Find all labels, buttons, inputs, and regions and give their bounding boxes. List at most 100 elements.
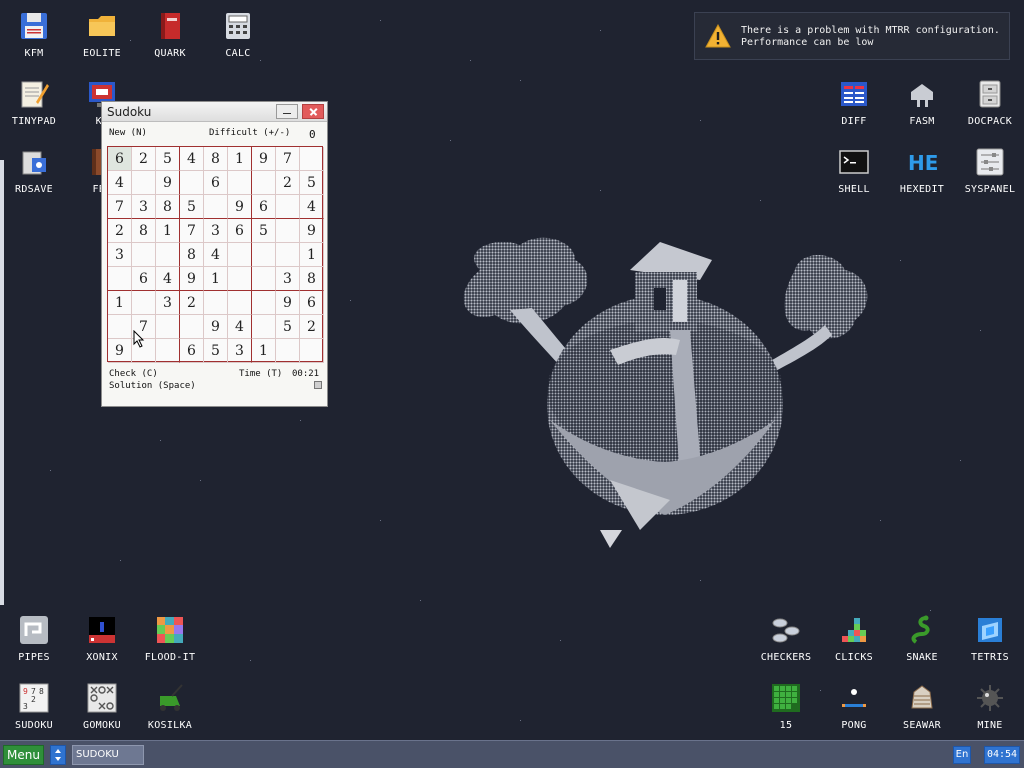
desktop-icon-clicks[interactable]: CLICKS — [820, 604, 888, 668]
sudoku-cell[interactable] — [252, 171, 276, 195]
sudoku-cell[interactable]: 8 — [156, 195, 180, 219]
desktop-icon-mine[interactable]: MINE — [956, 672, 1024, 736]
desktop-icon-eolite[interactable]: EOLITE — [68, 0, 136, 64]
sudoku-cell[interactable]: 2 — [132, 147, 156, 171]
desktop-icon-calc[interactable]: CALC — [204, 0, 272, 64]
sudoku-cell[interactable]: 3 — [132, 195, 156, 219]
check-label[interactable]: Check (C) — [109, 369, 158, 379]
desktop-icon-sudoku[interactable]: 9 7 8 2 3 SUDOKU — [0, 672, 68, 736]
sudoku-cell[interactable] — [228, 267, 252, 291]
sudoku-cell[interactable] — [228, 171, 252, 195]
sudoku-cell[interactable]: 4 — [204, 243, 228, 267]
sudoku-cell[interactable]: 7 — [276, 147, 300, 171]
sudoku-cell[interactable]: 8 — [180, 243, 204, 267]
sudoku-cell[interactable]: 6 — [228, 219, 252, 243]
sudoku-cell[interactable]: 7 — [108, 195, 132, 219]
sudoku-cell[interactable] — [300, 339, 324, 363]
desktop-icon-diff[interactable]: DIFF — [820, 68, 888, 132]
sudoku-cell[interactable]: 3 — [228, 339, 252, 363]
sudoku-cell[interactable] — [156, 243, 180, 267]
sudoku-cell[interactable] — [276, 219, 300, 243]
sudoku-cell[interactable]: 4 — [300, 195, 324, 219]
sudoku-cell[interactable]: 8 — [300, 267, 324, 291]
desktop-icon-tetris[interactable]: TETRIS — [956, 604, 1024, 668]
sudoku-cell[interactable]: 6 — [132, 267, 156, 291]
sudoku-cell[interactable]: 1 — [228, 147, 252, 171]
time-label[interactable]: Time (T) — [239, 369, 282, 379]
solution-label[interactable]: Solution (Space) — [109, 381, 196, 391]
desktop-icon-tinypad[interactable]: TINYPAD — [0, 68, 68, 132]
sudoku-cell[interactable]: 2 — [276, 171, 300, 195]
sudoku-cell[interactable] — [132, 243, 156, 267]
desktop-icon-kfm[interactable]: KFM — [0, 0, 68, 64]
desktop-icon-15[interactable]: 15 — [752, 672, 820, 736]
sudoku-cell[interactable]: 3 — [204, 219, 228, 243]
desktop-icon-flood-it[interactable]: FLOOD-IT — [136, 604, 204, 668]
sudoku-cell[interactable]: 9 — [156, 171, 180, 195]
desktop-icon-snake[interactable]: SNAKE — [888, 604, 956, 668]
sudoku-cell[interactable]: 6 — [300, 291, 324, 315]
taskbar-item-sudoku[interactable]: SUDOKU — [72, 745, 144, 765]
sudoku-cell[interactable] — [204, 195, 228, 219]
desktop-icon-gomoku[interactable]: GOMOKU — [68, 672, 136, 736]
desktop-icon-docpack[interactable]: DOCPACK — [956, 68, 1024, 132]
sudoku-cell[interactable]: 1 — [300, 243, 324, 267]
sudoku-cell[interactable]: 9 — [300, 219, 324, 243]
clock[interactable]: 04:54 — [984, 746, 1020, 764]
desktop-icon-pipes[interactable]: PIPES — [0, 604, 68, 668]
sudoku-cell[interactable] — [276, 243, 300, 267]
sudoku-cell[interactable]: 1 — [156, 219, 180, 243]
sudoku-cell[interactable]: 6 — [180, 339, 204, 363]
sudoku-cell[interactable] — [276, 195, 300, 219]
sudoku-cell[interactable] — [180, 171, 204, 195]
sudoku-cell[interactable]: 8 — [132, 219, 156, 243]
sudoku-cell[interactable]: 3 — [108, 243, 132, 267]
desktop-icon-hexedit[interactable]: HE HEXEDIT — [888, 136, 956, 200]
sudoku-cell[interactable]: 4 — [180, 147, 204, 171]
sudoku-cell[interactable] — [108, 267, 132, 291]
sudoku-cell[interactable]: 1 — [252, 339, 276, 363]
sudoku-cell[interactable]: 9 — [204, 315, 228, 339]
close-button[interactable] — [302, 104, 324, 119]
desktop-icon-pong[interactable]: PONG — [820, 672, 888, 736]
sudoku-cell[interactable]: 2 — [300, 315, 324, 339]
minimize-button[interactable] — [276, 104, 298, 119]
sudoku-cell[interactable] — [252, 315, 276, 339]
desktop-icon-shell[interactable]: SHELL — [820, 136, 888, 200]
mtrr-notification[interactable]: There is a problem with MTRR configurati… — [694, 12, 1010, 60]
desktop-icon-xonix[interactable]: XONIX — [68, 604, 136, 668]
sudoku-cell[interactable]: 5 — [156, 147, 180, 171]
sudoku-cell[interactable] — [300, 147, 324, 171]
sudoku-cell[interactable] — [156, 315, 180, 339]
sudoku-cell[interactable]: 2 — [180, 291, 204, 315]
sudoku-cell[interactable]: 4 — [156, 267, 180, 291]
desktop-icon-checkers[interactable]: CHECKERS — [752, 604, 820, 668]
sudoku-cell[interactable]: 6 — [108, 147, 132, 171]
sudoku-cell[interactable]: 8 — [204, 147, 228, 171]
window-switch-button[interactable] — [50, 745, 66, 765]
sudoku-cell[interactable] — [132, 171, 156, 195]
desktop-icon-fasm[interactable]: FASM — [888, 68, 956, 132]
sudoku-cell[interactable] — [204, 291, 228, 315]
sudoku-cell[interactable] — [228, 291, 252, 315]
sudoku-cell[interactable]: 5 — [252, 219, 276, 243]
sudoku-cell[interactable]: 6 — [204, 171, 228, 195]
difficulty-label[interactable]: Difficult (+/-) — [209, 128, 290, 138]
menu-button[interactable]: Menu — [3, 745, 44, 765]
window-titlebar[interactable]: Sudoku — [102, 102, 327, 122]
sudoku-cell[interactable] — [108, 315, 132, 339]
sudoku-cell[interactable]: 3 — [276, 267, 300, 291]
sudoku-cell[interactable]: 9 — [252, 147, 276, 171]
sudoku-window[interactable]: Sudoku New (N) Difficult (+/-) 0 6254819… — [101, 101, 328, 407]
sudoku-cell[interactable] — [252, 243, 276, 267]
sudoku-cell[interactable]: 4 — [228, 315, 252, 339]
sudoku-cell[interactable]: 1 — [108, 291, 132, 315]
sudoku-cell[interactable] — [156, 339, 180, 363]
desktop-icon-rdsave[interactable]: RDSAVE — [0, 136, 68, 200]
sudoku-cell[interactable]: 3 — [156, 291, 180, 315]
sudoku-cell[interactable]: 5 — [300, 171, 324, 195]
sudoku-cell[interactable]: 6 — [252, 195, 276, 219]
sudoku-cell[interactable]: 9 — [180, 267, 204, 291]
new-game-label[interactable]: New (N) — [109, 128, 147, 138]
sudoku-cell[interactable] — [252, 291, 276, 315]
